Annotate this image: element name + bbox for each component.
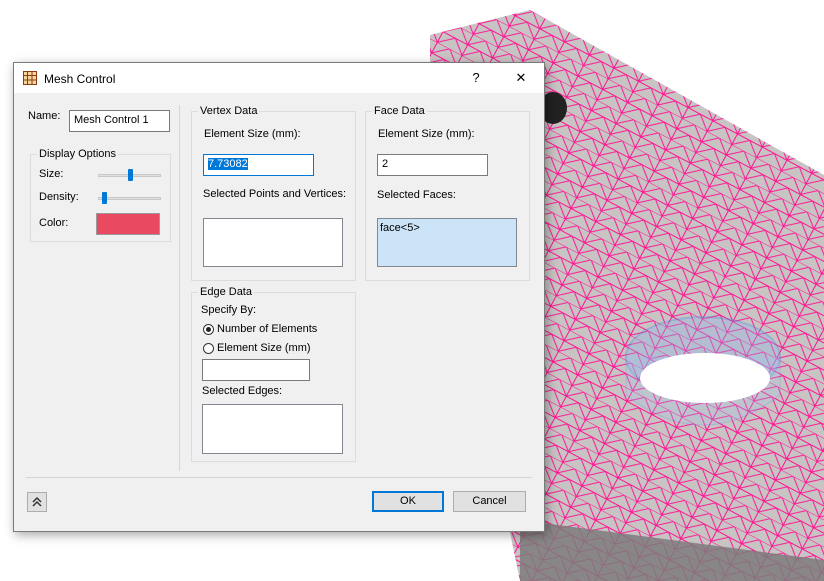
name-label: Name: [28, 110, 61, 122]
color-label: Color: [39, 217, 69, 229]
display-options-title: Display Options [37, 148, 119, 160]
mesh-app-icon [23, 71, 37, 85]
cancel-button[interactable]: Cancel [453, 491, 526, 512]
selected-faces-label: Selected Faces: [377, 189, 456, 201]
number-of-elements-label[interactable]: Number of Elements [217, 323, 317, 335]
collapse-button[interactable] [27, 492, 47, 512]
face-element-size-input[interactable]: 2 [377, 154, 488, 176]
selected-points-label: Selected Points and Vertices: [203, 188, 347, 200]
face-element-size-label: Element Size (mm): [378, 128, 475, 140]
close-button[interactable]: ✕ [501, 63, 541, 93]
vertical-separator [179, 105, 180, 471]
vertex-element-size-value: 7.73082 [208, 158, 248, 170]
edge-element-size-label[interactable]: Element Size (mm) [217, 342, 311, 354]
dialog-title: Mesh Control [44, 72, 116, 86]
title-bar: Mesh Control ? ✕ [14, 63, 544, 93]
specify-by-label: Specify By: [201, 304, 257, 316]
close-icon: ✕ [515, 70, 527, 85]
help-button[interactable]: ? [456, 63, 496, 93]
edge-value-input[interactable] [202, 359, 310, 381]
density-slider[interactable] [102, 192, 108, 204]
hole-feature [625, 316, 781, 426]
name-input[interactable]: Mesh Control 1 [69, 110, 170, 132]
size-label: Size: [39, 168, 64, 180]
ok-button[interactable]: OK [372, 491, 444, 512]
vertex-element-size-label: Element Size (mm): [204, 128, 301, 140]
density-slider-track [98, 197, 161, 200]
selected-faces-list[interactable]: face<5> [377, 218, 517, 267]
selected-edges-list[interactable] [202, 404, 343, 454]
vertex-data-title: Vertex Data [198, 105, 260, 117]
edge-data-title: Edge Data [198, 286, 254, 298]
size-slider[interactable] [127, 169, 133, 181]
double-chevron-up-icon [32, 496, 42, 507]
color-swatch[interactable] [96, 213, 160, 235]
face-data-title: Face Data [372, 105, 427, 117]
selected-points-list[interactable] [203, 218, 343, 267]
footer-separator [26, 477, 532, 478]
face-list-item[interactable]: face<5> [380, 222, 514, 234]
number-of-elements-radio[interactable] [203, 324, 214, 335]
vertex-element-size-input[interactable]: 7.73082 [203, 154, 314, 176]
selected-edges-label: Selected Edges: [202, 385, 283, 397]
edge-element-size-radio[interactable] [203, 343, 214, 354]
mesh-control-dialog: Mesh Control ? ✕ Name: Mesh Control 1 Di… [13, 62, 545, 532]
density-label: Density: [39, 191, 79, 203]
